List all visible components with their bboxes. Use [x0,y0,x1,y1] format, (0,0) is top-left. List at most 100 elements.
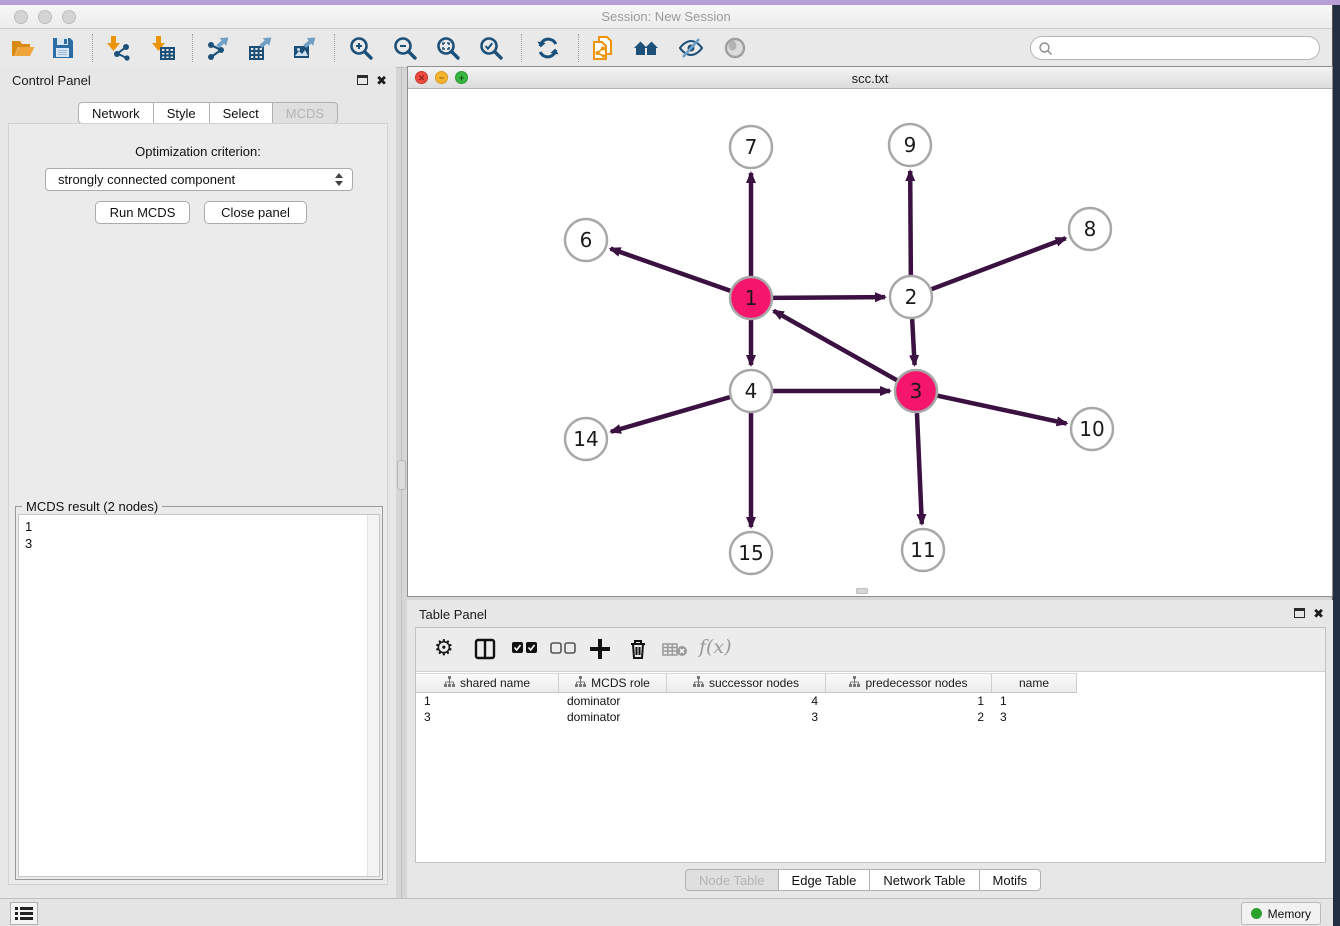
tab-select[interactable]: Select [210,102,273,124]
column-header-successor-nodes[interactable]: successor nodes [667,673,826,693]
tab-network[interactable]: Network [78,102,154,124]
tab-style[interactable]: Style [154,102,210,124]
column-header-name[interactable]: name [992,673,1077,693]
edge-2-8[interactable] [932,238,1066,289]
table-cell[interactable]: 3 [416,709,559,725]
edge-3-1[interactable] [774,311,897,380]
zoom-out-icon[interactable] [392,35,418,61]
edge-2-9[interactable] [910,171,911,275]
edge-4-14[interactable] [611,397,730,432]
column-header-predecessor-nodes[interactable]: predecessor nodes [826,673,992,693]
edge-3-11[interactable] [917,413,922,524]
graph-node-9[interactable]: 9 [889,124,931,166]
graph-node-4[interactable]: 4 [730,370,772,412]
float-table-panel-icon[interactable] [1294,608,1305,618]
node-label: 10 [1079,417,1104,441]
divider-grip[interactable] [397,460,406,490]
mcds-result-textarea[interactable]: 13 [18,514,380,877]
edge-3-10[interactable] [938,396,1067,424]
save-session-icon[interactable] [50,35,76,61]
graph-node-3[interactable]: 3 [895,370,937,412]
import-network-icon[interactable] [105,35,131,61]
export-table-icon[interactable] [248,35,274,61]
deselect-all-icon[interactable] [550,642,576,660]
graph-node-11[interactable]: 11 [902,529,944,571]
import-table-icon[interactable] [150,35,176,61]
graph-node-10[interactable]: 10 [1071,408,1113,450]
node-label: 3 [910,379,923,403]
close-panel-icon[interactable]: ✖ [376,74,387,87]
network-canvas[interactable]: 7 9 6 8 1 2 4 3 14 10 15 11 [408,89,1332,601]
graph-node-6[interactable]: 6 [565,219,607,261]
export-network-icon[interactable] [205,35,231,61]
table-cell[interactable]: 1 [826,693,992,709]
result-scrollbar[interactable] [367,515,379,876]
table-header-row: shared name MCDS role successor nodes prede… [416,673,1325,693]
table-cell[interactable]: dominator [559,693,667,709]
zoom-fit-icon[interactable] [435,35,461,61]
table-cell[interactable]: 4 [667,693,826,709]
function-builder-icon[interactable]: f(x) [699,636,732,658]
table-panel-header: Table Panel ✖ [407,600,1333,628]
delete-table-icon[interactable] [662,642,688,662]
delete-icon[interactable] [626,637,650,666]
open-file-icon[interactable] [10,35,36,61]
select-all-icon[interactable] [512,642,538,660]
close-panel-button[interactable]: Close panel [204,201,307,224]
toolbar-separator [192,34,193,62]
tab-node-table[interactable]: Node Table [685,869,779,891]
graph-node-14[interactable]: 14 [565,418,607,460]
status-bar: Memory [0,898,1333,926]
eye-disabled-icon[interactable] [722,35,748,61]
memory-button[interactable]: Memory [1241,902,1321,925]
search-input[interactable] [1057,39,1312,57]
close-table-panel-icon[interactable]: ✖ [1313,607,1324,620]
gear-icon[interactable]: ⚙ [434,635,454,661]
table-cell[interactable]: dominator [559,709,667,725]
network-resize-grip[interactable] [856,588,868,594]
graph-node-1[interactable]: 1 [730,277,772,319]
column-header-shared-name[interactable]: shared name [416,673,559,693]
tab-motifs[interactable]: Motifs [980,869,1042,891]
application-window: Session: New Session [0,5,1333,926]
table-cell[interactable]: 1 [992,693,1077,709]
result-line: 1 [25,518,373,535]
node-table-container: ⚙ f(x) shared name MCDS role successor nod… [415,627,1326,863]
zoom-selected-icon[interactable] [478,35,504,61]
column-header-MCDS-role[interactable]: MCDS role [559,673,667,693]
edge-2-3[interactable] [912,319,914,365]
graph-node-8[interactable]: 8 [1069,208,1111,250]
column-label: successor nodes [709,676,799,690]
zoom-in-icon[interactable] [348,35,374,61]
refresh-icon[interactable] [535,35,561,61]
table-cell[interactable]: 3 [992,709,1077,725]
table-cell[interactable]: 1 [416,693,559,709]
graph-node-2[interactable]: 2 [890,276,932,318]
node-label: 2 [905,285,918,309]
run-mcds-button[interactable]: Run MCDS [95,201,190,224]
edge-1-6[interactable] [611,249,731,291]
memory-label: Memory [1268,907,1311,921]
clone-network-icon[interactable] [590,35,616,61]
home-icon[interactable] [633,35,659,61]
float-panel-icon[interactable] [357,75,368,85]
column-label: shared name [460,676,530,690]
table-body: 1dominator4113dominator323 [416,693,1325,725]
graph-node-7[interactable]: 7 [730,126,772,168]
table-cell[interactable]: 2 [826,709,992,725]
tab-edge-table[interactable]: Edge Table [779,869,871,891]
network-window-title: scc.txt [408,71,1332,86]
task-history-button[interactable] [10,902,38,925]
optimization-criterion-select[interactable]: strongly connected component [45,168,353,191]
edge-1-2[interactable] [773,297,885,298]
table-row[interactable]: 1dominator411 [416,693,1325,709]
hide-eye-icon[interactable] [678,35,704,61]
tab-mcds[interactable]: MCDS [273,102,338,124]
table-cell[interactable]: 3 [667,709,826,725]
graph-node-15[interactable]: 15 [730,532,772,574]
table-row[interactable]: 3dominator323 [416,709,1325,725]
tab-network-table[interactable]: Network Table [870,869,979,891]
columns-icon[interactable] [473,637,497,666]
export-image-icon[interactable] [292,35,318,61]
add-column-icon[interactable] [588,637,612,666]
